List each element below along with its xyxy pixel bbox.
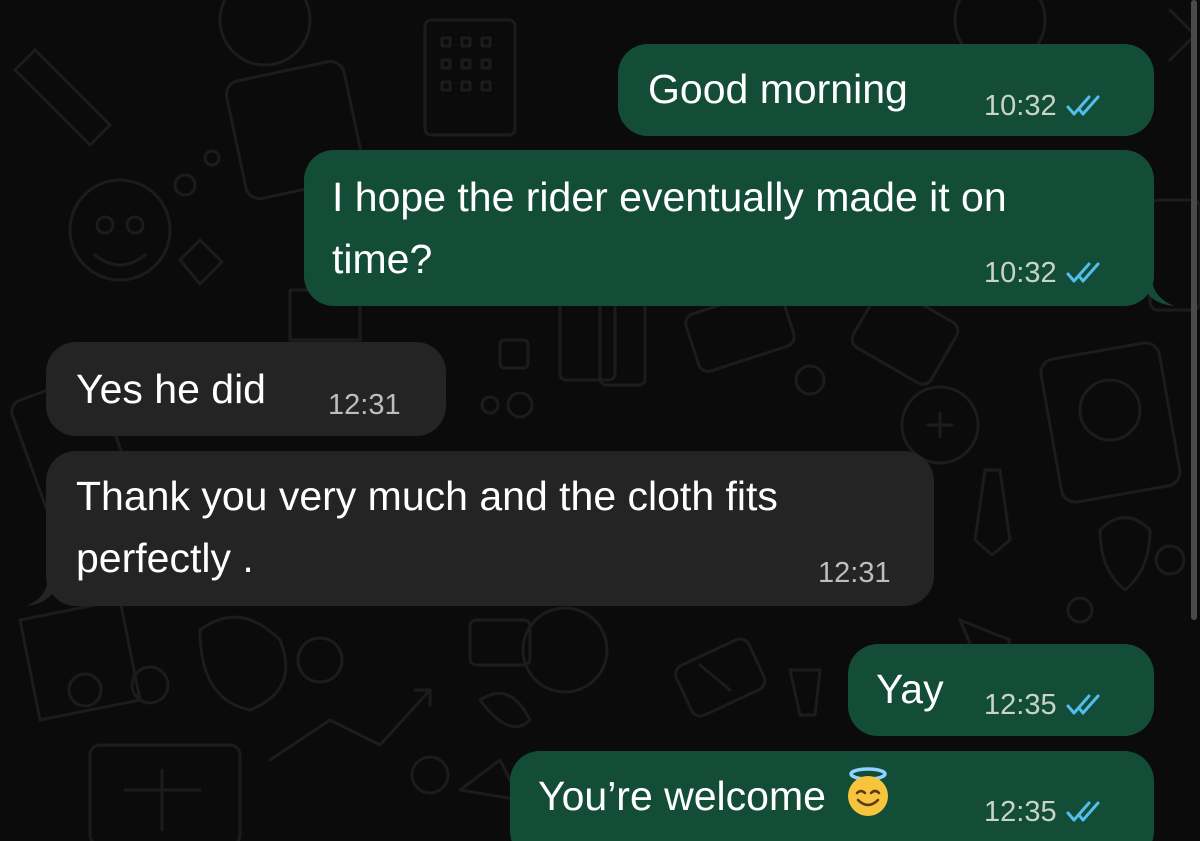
- message-meta: 12:35: [984, 690, 1109, 720]
- message-bubble-incoming[interactable]: Yes he did 12:31: [46, 342, 446, 436]
- read-double-check-icon: [1066, 95, 1100, 116]
- read-double-check-icon: [1066, 262, 1100, 283]
- message-bubble-outgoing[interactable]: Good morning 10:32: [618, 44, 1154, 136]
- message-text-line: I hope the rider eventually made it on: [332, 174, 1007, 220]
- message-text: Yay: [876, 666, 944, 712]
- read-double-check-icon: [1066, 801, 1100, 822]
- message-time: 12:31: [818, 557, 891, 589]
- message-meta: 10:32: [984, 91, 1109, 121]
- message-time: 12:31: [328, 389, 401, 421]
- message-text-content: You’re welcome: [538, 773, 826, 819]
- message-text: Good morning: [648, 66, 908, 112]
- message-bubble-outgoing[interactable]: Yay 12:35: [848, 644, 1154, 736]
- message-bubble-outgoing[interactable]: You’re welcome 12:35: [510, 751, 1154, 841]
- message-time: 12:35: [984, 796, 1057, 828]
- message-meta: 10:32: [984, 258, 1109, 288]
- message-time: 10:32: [984, 257, 1057, 289]
- bubble-tail-incoming: [26, 580, 52, 606]
- message-text-line: time?: [332, 236, 433, 282]
- message-meta: 12:31: [818, 558, 891, 588]
- message-text-line: Thank you very much and the cloth fits: [76, 473, 778, 519]
- bubble-tail-outgoing: [1148, 280, 1174, 306]
- chat-view[interactable]: Good morning 10:32 I hope the rider even…: [0, 0, 1200, 841]
- message-text: Yes he did: [76, 366, 266, 412]
- read-double-check-icon: [1066, 694, 1100, 715]
- scrollbar[interactable]: [1191, 0, 1197, 620]
- message-time: 10:32: [984, 90, 1057, 122]
- message-meta: 12:31: [328, 390, 401, 420]
- message-text: You’re welcome: [538, 765, 894, 827]
- message-meta: 12:35: [984, 797, 1109, 827]
- message-time: 12:35: [984, 689, 1057, 721]
- message-bubble-incoming[interactable]: Thank you very much and the cloth fits p…: [46, 451, 934, 606]
- smiling-face-with-halo-emoji: [847, 767, 888, 816]
- message-text-line: perfectly .: [76, 535, 254, 581]
- message-bubble-outgoing[interactable]: I hope the rider eventually made it on t…: [304, 150, 1154, 306]
